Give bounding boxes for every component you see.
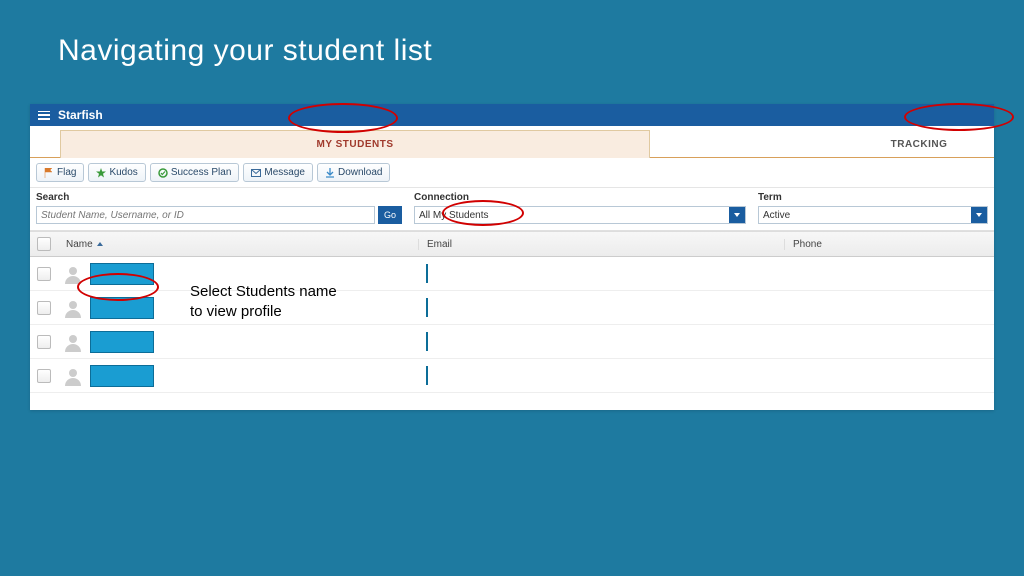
sort-asc-icon [97,242,103,246]
tab-my-students[interactable]: MY STUDENTS [60,130,650,158]
download-button[interactable]: Download [317,163,390,182]
success-plan-button[interactable]: Success Plan [150,163,240,182]
download-label: Download [338,167,382,178]
row-checkbox[interactable] [37,335,51,349]
row-checkbox[interactable] [37,301,51,315]
annotation-line1: Select Students name [190,282,337,302]
select-all-checkbox[interactable] [37,237,51,251]
app-panel: Starfish MY STUDENTS TRACKING Flag Kudos… [30,104,994,410]
flag-label: Flag [57,167,76,178]
hamburger-icon[interactable] [38,111,50,120]
tab-bar: MY STUDENTS TRACKING [30,126,994,158]
message-button[interactable]: Message [243,163,313,182]
col-name-label: Name [66,239,93,250]
toolbar: Flag Kudos Success Plan Message Download [30,158,994,188]
avatar-icon [62,263,84,285]
kudos-button[interactable]: Kudos [88,163,145,182]
student-name-link[interactable] [90,331,154,353]
slide-title: Navigating your student list [0,0,1024,68]
table-row [30,325,994,359]
student-name-link[interactable] [90,297,154,319]
row-checkbox[interactable] [37,369,51,383]
envelope-icon [251,168,261,178]
tab-tracking[interactable]: TRACKING [844,130,994,158]
student-email [426,298,428,317]
kudos-label: Kudos [109,167,137,178]
app-header: Starfish [30,104,994,126]
search-label: Search [36,192,402,203]
filter-bar: Search Go Connection All My Students Ter… [30,188,994,231]
student-email [426,264,428,283]
grid-header: Name Email Phone [30,231,994,257]
plan-icon [158,168,168,178]
table-row [30,291,994,325]
student-email [426,366,428,385]
term-select[interactable]: Active [758,206,988,224]
annotation-text: Select Students name to view profile [190,282,337,321]
student-name-link[interactable] [90,365,154,387]
go-button[interactable]: Go [378,206,402,224]
connection-select[interactable]: All My Students [414,206,746,224]
star-icon [96,168,106,178]
chevron-down-icon [729,207,745,223]
avatar-icon [62,365,84,387]
connection-label: Connection [414,192,746,203]
row-checkbox[interactable] [37,267,51,281]
col-email[interactable]: Email [418,239,784,250]
col-name[interactable]: Name [58,239,418,250]
avatar-icon [62,331,84,353]
app-brand: Starfish [58,108,103,122]
chevron-down-icon [971,207,987,223]
message-label: Message [264,167,305,178]
annotation-line2: to view profile [190,302,337,322]
student-email [426,332,428,351]
table-row [30,257,994,291]
table-row [30,359,994,393]
term-label: Term [758,192,988,203]
download-icon [325,168,335,178]
success-plan-label: Success Plan [171,167,232,178]
connection-value: All My Students [419,210,488,221]
student-name-link[interactable] [90,263,154,285]
search-input[interactable] [36,206,375,224]
term-value: Active [763,210,790,221]
avatar-icon [62,297,84,319]
flag-icon [44,168,54,178]
flag-button[interactable]: Flag [36,163,84,182]
col-phone[interactable]: Phone [784,239,994,250]
